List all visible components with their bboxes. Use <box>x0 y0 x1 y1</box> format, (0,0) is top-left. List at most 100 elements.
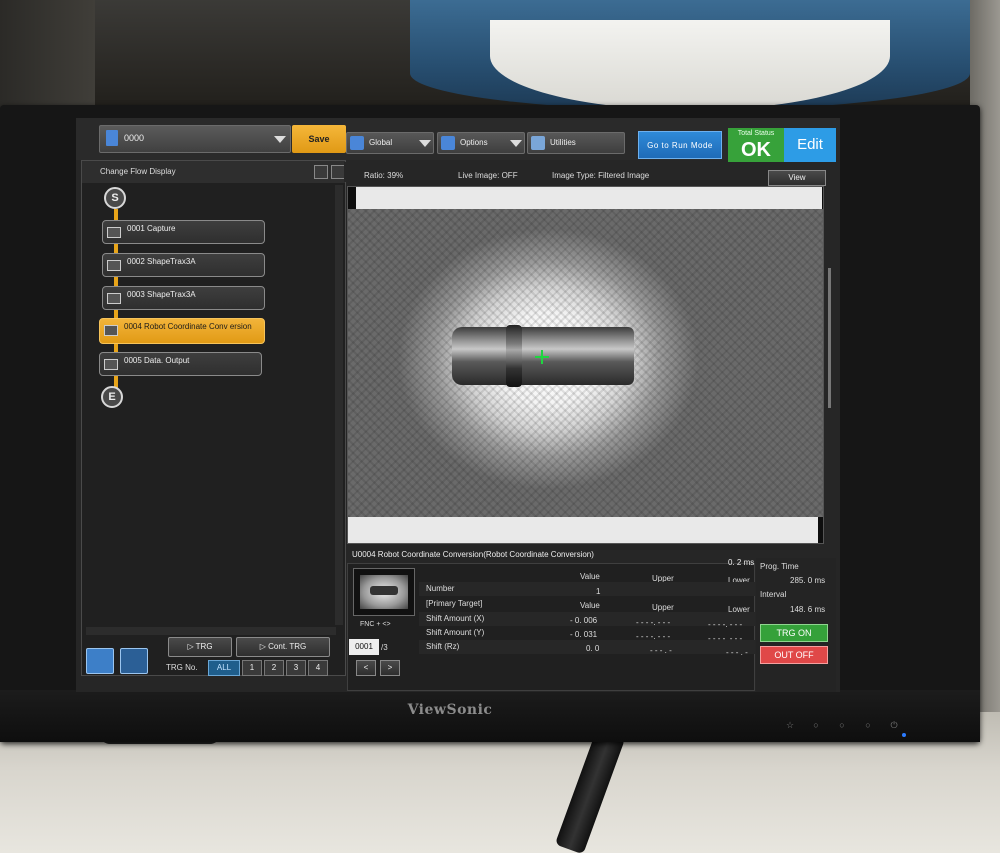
col-header-value: Value <box>580 601 600 610</box>
result-thumbnail[interactable] <box>353 568 415 616</box>
shape-search-icon <box>107 293 121 304</box>
options-icon <box>441 136 455 150</box>
trg-num-button[interactable]: 3 <box>286 660 306 676</box>
flow-item-label: 0002 ShapeTrax3A <box>127 257 196 266</box>
live-image-text: Live Image: OFF <box>458 171 518 180</box>
next-page-button[interactable]: > <box>380 660 400 676</box>
ratio-text: Ratio: 39% <box>364 171 404 180</box>
shape-search-icon <box>107 260 121 271</box>
flow-horizontal-scrollbar[interactable] <box>86 627 336 635</box>
flow-item-shapetrax-1[interactable]: 0002 ShapeTrax3A <box>102 253 265 277</box>
monitor-button-circle-icon[interactable]: ○ <box>811 720 821 730</box>
trg-num-button[interactable]: 1 <box>242 660 262 676</box>
prog-time-value: 285. 0 ms <box>790 576 826 585</box>
interval-value: 148. 6 ms <box>790 605 826 614</box>
trg-button[interactable]: ▷ TRG <box>168 637 232 657</box>
total-status-badge: Total Status OK <box>728 128 784 162</box>
primary-target-label: [Primary Target] <box>426 599 483 608</box>
shift-x-lower: - - - -. - - - <box>708 620 743 629</box>
thumbnail-part <box>370 586 398 595</box>
prev-page-button[interactable]: < <box>356 660 376 676</box>
number-label: Number <box>426 584 455 593</box>
fnc-label: FNC + <> <box>360 621 391 628</box>
file-icon <box>106 130 118 146</box>
flow-header-title: Change Flow Display <box>100 167 176 176</box>
global-label: Global <box>369 138 393 147</box>
trg-button-label: TRG <box>195 642 213 651</box>
chevron-down-icon <box>274 136 286 143</box>
file-select[interactable]: 0000 <box>99 125 291 153</box>
touch-mode-icon[interactable] <box>86 648 114 674</box>
target-crosshair-icon <box>541 350 543 364</box>
monitor-button-circle-icon[interactable]: ○ <box>863 720 873 730</box>
flow-item-data-output[interactable]: 0005 Data. Output <box>99 352 262 376</box>
flow-item-label: 0004 Robot Coordinate Conv ersion <box>124 322 252 331</box>
screen: 0000 Save Global Options Utilities Go to… <box>76 118 840 692</box>
save-button[interactable]: Save <box>292 125 346 153</box>
shift-x-upper: - - - -. - - - <box>636 618 671 627</box>
global-button[interactable]: Global <box>346 132 434 154</box>
flow-list-icon[interactable] <box>314 165 328 179</box>
trg-no-label: TRG No. <box>166 663 198 672</box>
trg-all-button[interactable]: ALL <box>208 660 240 676</box>
col-header-upper: Upper <box>652 603 674 612</box>
file-select-value: 0000 <box>124 133 145 143</box>
image-top-edge <box>356 187 822 209</box>
edit-button[interactable]: Edit <box>784 128 836 162</box>
page-number-input[interactable]: 0001 <box>349 639 379 655</box>
shift-rz-lower: - - - . - <box>726 648 748 657</box>
flow-header: Change Flow Display <box>82 161 345 183</box>
result-elapsed: 0. 2 ms <box>728 558 755 567</box>
table-row <box>419 582 755 596</box>
flow-panel: Change Flow Display S 0001 Capture 0002 … <box>81 160 346 676</box>
number-value: 1 <box>596 587 601 596</box>
run-mode-button[interactable]: Go to Run Mode <box>638 131 722 159</box>
chevron-down-icon <box>419 140 431 147</box>
camera-image[interactable] <box>347 186 824 544</box>
toolbar: 0000 Save Global Options Utilities Go to… <box>76 118 840 162</box>
flow-item-shapetrax-2[interactable]: 0003 ShapeTrax3A <box>102 286 265 310</box>
page-total: /3 <box>381 643 388 652</box>
image-scrollbar[interactable] <box>828 268 831 408</box>
play-icon: ▷ <box>187 642 196 651</box>
image-type-text: Image Type: Filtered Image <box>552 171 650 180</box>
trg-num-button[interactable]: 2 <box>264 660 284 676</box>
shift-y-value: - 0. 031 <box>570 630 598 639</box>
output-icon <box>104 359 118 370</box>
star-icon[interactable]: ☆ <box>785 720 795 730</box>
flow-start-node: S <box>104 187 126 209</box>
result-title: U0004 Robot Coordinate Conversion(Robot … <box>352 550 594 559</box>
trg-on-button[interactable]: TRG ON <box>760 624 828 642</box>
image-bottom-edge <box>348 517 818 543</box>
flow-vertical-scrollbar[interactable] <box>335 185 343 625</box>
shift-x-label: Shift Amount (X) <box>426 614 485 623</box>
prog-time-label: Prog. Time <box>760 562 799 571</box>
out-off-button[interactable]: OUT OFF <box>760 646 828 664</box>
flow-item-capture[interactable]: 0001 Capture <box>102 220 265 244</box>
shift-rz-label: Shift (Rz) <box>426 642 460 651</box>
flow-item-robot-coordinate[interactable]: 0004 Robot Coordinate Conv ersion <box>99 318 265 344</box>
options-label: Options <box>460 138 488 147</box>
view-button[interactable]: View <box>768 170 826 186</box>
coordinate-icon <box>104 325 118 336</box>
image-mode-icon[interactable] <box>120 648 148 674</box>
flow-item-label: 0003 ShapeTrax3A <box>127 290 196 299</box>
flow-end-node: E <box>101 386 123 408</box>
options-button[interactable]: Options <box>437 132 525 154</box>
cont-trg-button[interactable]: ▷ Cont. TRG <box>236 637 330 657</box>
shift-rz-upper: - - - . - <box>650 646 672 655</box>
flow-settings-icon[interactable] <box>331 165 345 179</box>
monitor-brand-logo: ViewSonic <box>407 702 493 718</box>
shift-x-value: - 0. 006 <box>570 616 598 625</box>
workpiece-groove <box>506 325 522 387</box>
utilities-label: Utilities <box>550 138 576 147</box>
power-led <box>902 733 906 737</box>
shift-y-label: Shift Amount (Y) <box>426 628 485 637</box>
view-header: Ratio: 39% Live Image: OFF Image Type: F… <box>344 162 832 182</box>
monitor-button-circle-icon[interactable]: ○ <box>837 720 847 730</box>
utilities-button[interactable]: Utilities <box>527 132 625 154</box>
repeat-play-icon: ▷ <box>259 642 269 651</box>
trg-num-button[interactable]: 4 <box>308 660 328 676</box>
shift-rz-value: 0. 0 <box>586 644 600 653</box>
power-icon[interactable]: ⏻ <box>889 720 899 730</box>
